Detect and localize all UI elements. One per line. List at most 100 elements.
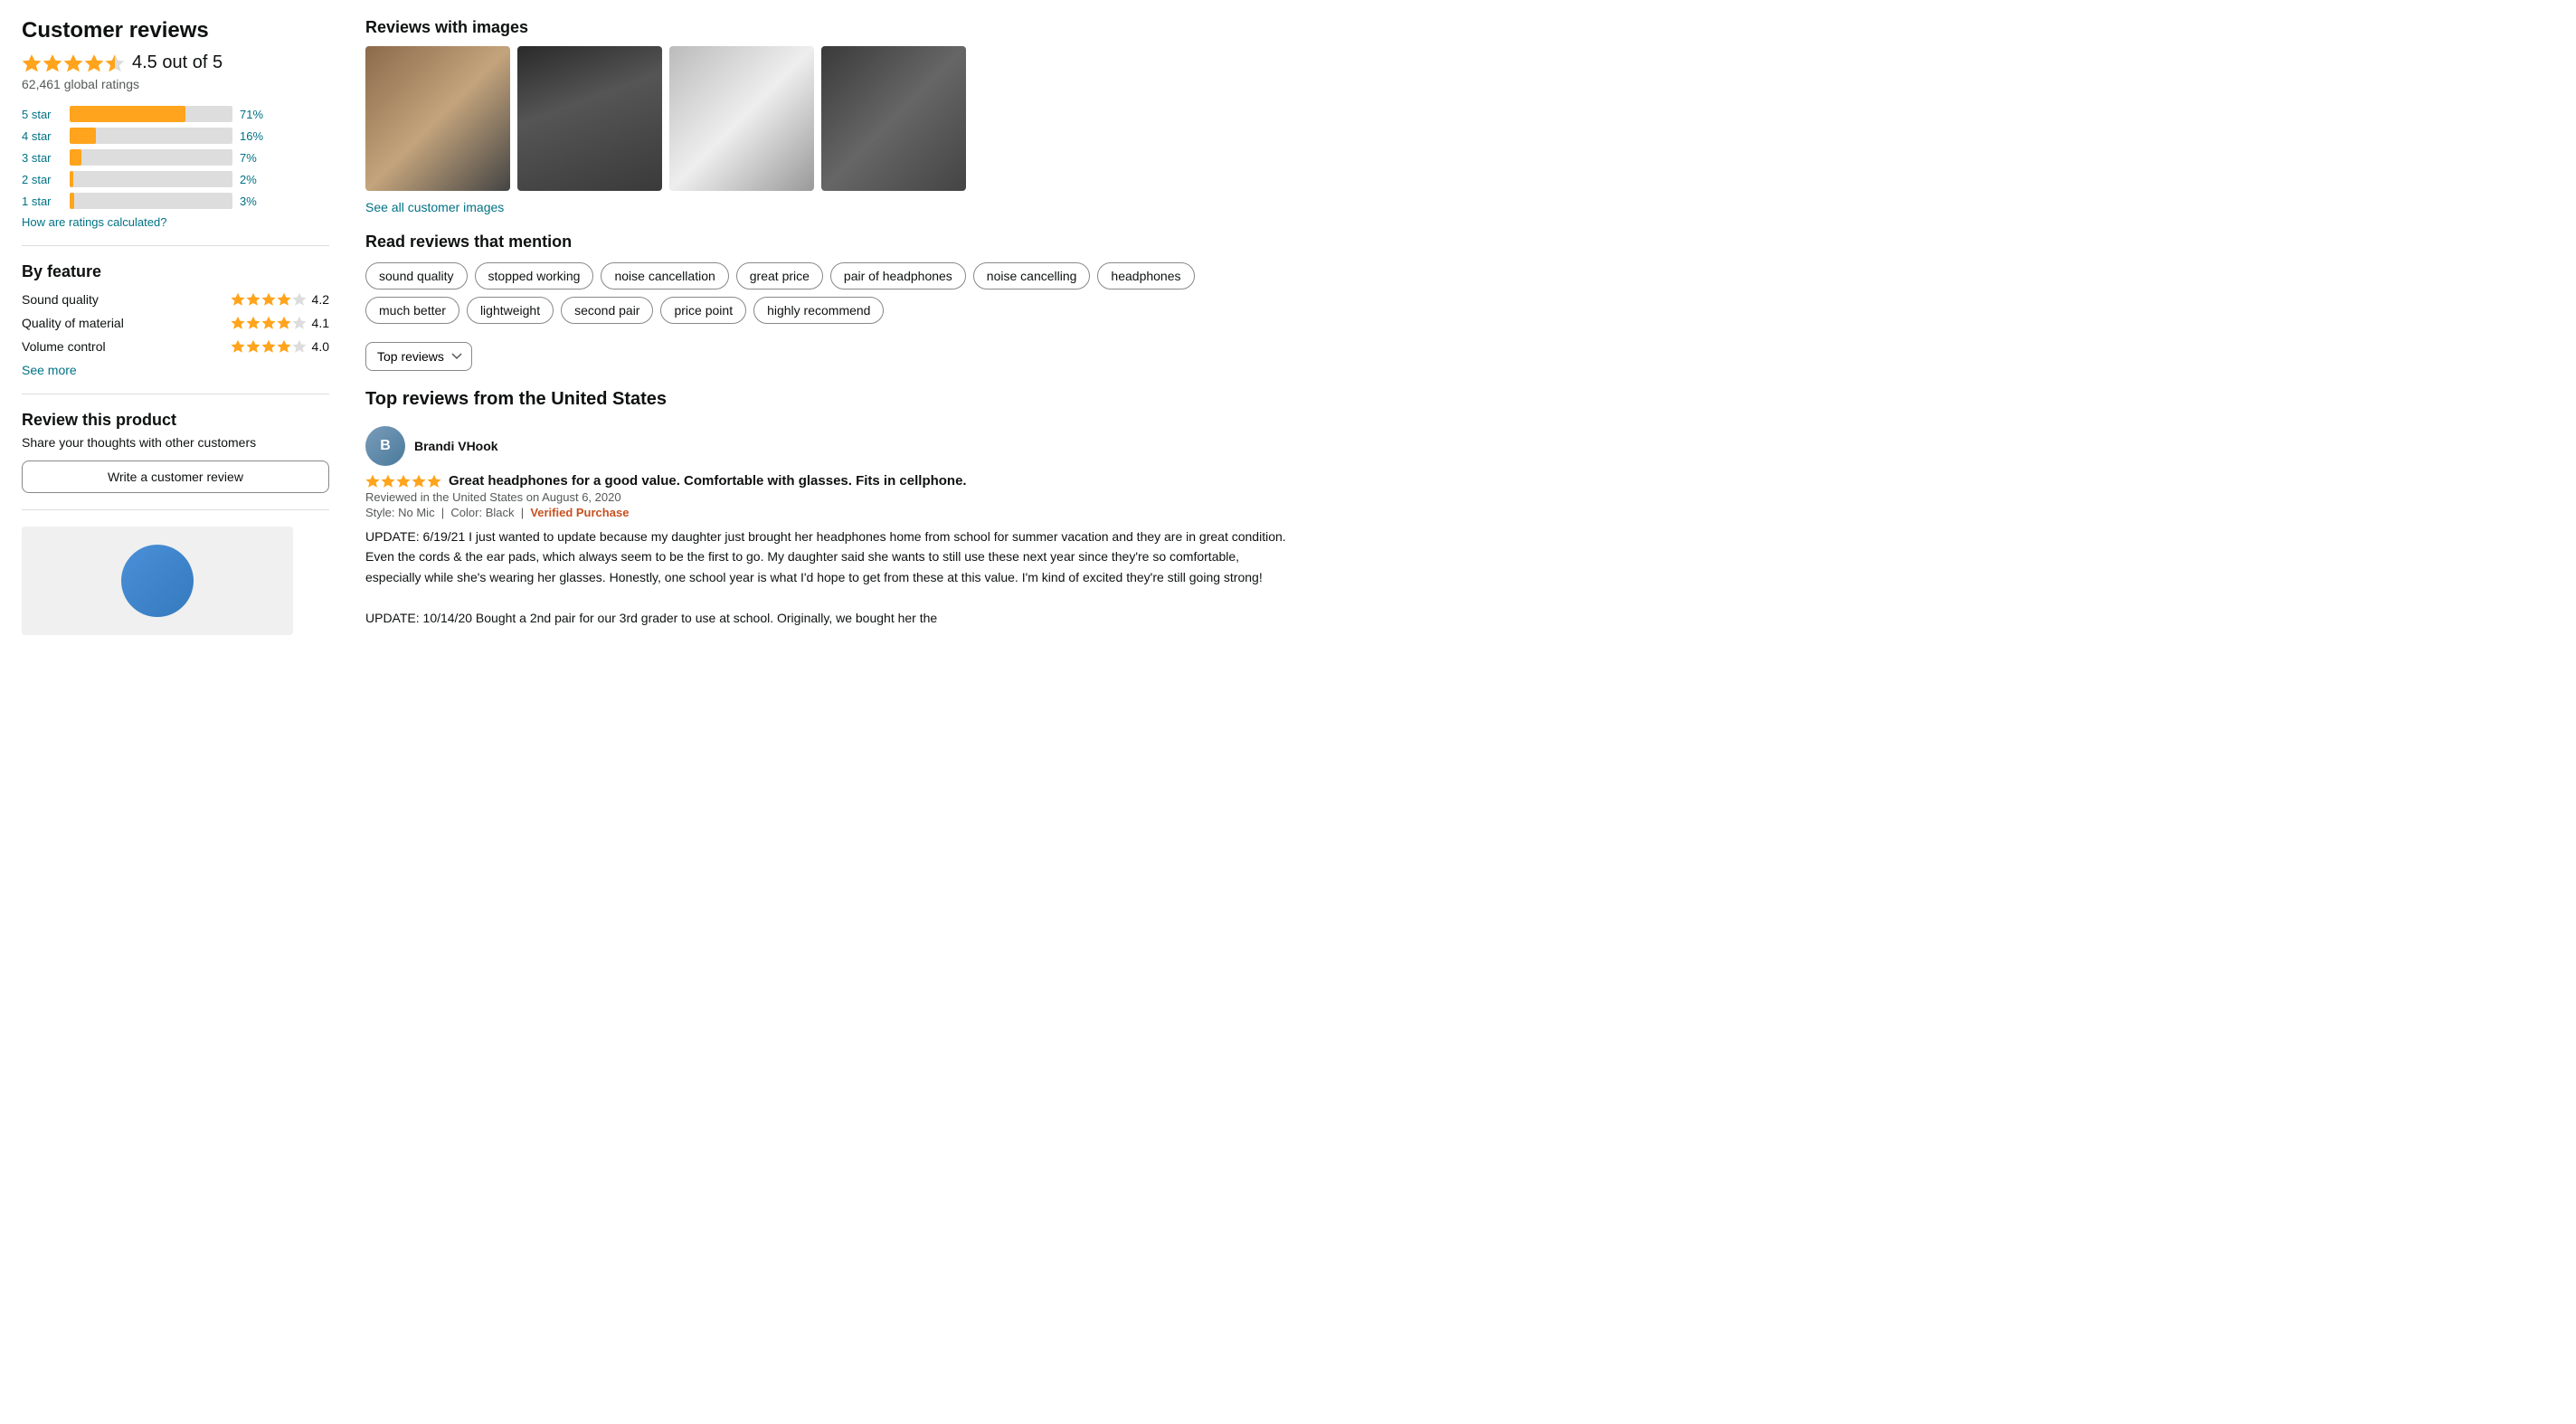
left-panel: Customer reviews [22, 18, 329, 650]
fqm-star3 [261, 316, 276, 330]
review-body-1: UPDATE: 6/19/21 I just wanted to update … [365, 527, 1288, 628]
rs1-s3 [396, 474, 411, 489]
review-image-3[interactable] [669, 46, 814, 191]
rating-bar-label-1[interactable]: 1 star [22, 195, 62, 208]
review-card-1: B Brandi VHook Great headphones for a go… [365, 426, 1288, 628]
review-image-2[interactable] [517, 46, 662, 191]
write-review-button[interactable]: Write a customer review [22, 460, 329, 493]
tag-noise-cancelling[interactable]: noise cancelling [973, 262, 1091, 290]
tag-highly-recommend[interactable]: highly recommend [753, 297, 884, 324]
fsq-star5 [292, 292, 307, 307]
fvc-star5 [292, 339, 307, 354]
fqm-star1 [231, 316, 245, 330]
divider-1 [22, 245, 329, 246]
reviewer-name-1[interactable]: Brandi VHook [414, 439, 498, 453]
rating-bar-row-2: 2 star 2% [22, 171, 329, 187]
how-calculated-link[interactable]: How are ratings calculated? [22, 215, 166, 229]
feature-stars-sound-quality [231, 292, 307, 307]
tag-pair-of-headphones[interactable]: pair of headphones [830, 262, 966, 290]
feature-name-material: Quality of material [22, 316, 148, 330]
top-reviews-title: Top reviews from the United States [365, 389, 1288, 410]
rating-bar-track-3 [70, 149, 232, 166]
rs1-s4 [412, 474, 426, 489]
rating-bar-fill-5 [70, 106, 185, 122]
fvc-star4 [277, 339, 291, 354]
mention-tags-container: sound quality stopped working noise canc… [365, 262, 1288, 324]
review-date-1: Reviewed in the United States on August … [365, 490, 1288, 504]
feature-score-sound-quality: 4.2 [312, 292, 329, 307]
review-this-product-section: Review this product Share your thoughts … [22, 411, 329, 493]
star-5-half [105, 53, 125, 73]
review-rating-row-1: Great headphones for a good value. Comfo… [365, 473, 1288, 489]
review-this-title: Review this product [22, 411, 329, 430]
reviews-with-images-title: Reviews with images [365, 18, 1288, 37]
review-this-desc: Share your thoughts with other customers [22, 435, 329, 450]
review-image-4[interactable] [821, 46, 966, 191]
tag-price-point[interactable]: price point [660, 297, 746, 324]
star-2 [43, 53, 62, 73]
rating-bar-fill-2 [70, 171, 73, 187]
feature-stars-volume [231, 339, 307, 354]
see-all-images-link[interactable]: See all customer images [365, 200, 1288, 214]
rs1-s1 [365, 474, 380, 489]
tag-second-pair[interactable]: second pair [561, 297, 653, 324]
tag-stopped-working[interactable]: stopped working [475, 262, 594, 290]
fqm-star5 [292, 316, 307, 330]
star-1 [22, 53, 42, 73]
rating-bar-label-5[interactable]: 5 star [22, 108, 62, 121]
rating-bar-row-5: 5 star 71% [22, 106, 329, 122]
tag-much-better[interactable]: much better [365, 297, 459, 324]
rating-bar-track-5 [70, 106, 232, 122]
rating-bar-row-1: 1 star 3% [22, 193, 329, 209]
feature-name-volume: Volume control [22, 339, 148, 354]
review-image-1[interactable] [365, 46, 510, 191]
rating-bar-label-3[interactable]: 3 star [22, 151, 62, 165]
fvc-star2 [246, 339, 260, 354]
feature-row-sound-quality: Sound quality 4.2 [22, 292, 329, 307]
see-more-link[interactable]: See more [22, 363, 329, 377]
rating-bar-label-4[interactable]: 4 star [22, 129, 62, 143]
reviewer-row-1: B Brandi VHook [365, 426, 1288, 466]
feature-score-volume: 4.0 [312, 339, 329, 354]
feature-stars-score-volume: 4.0 [231, 339, 329, 354]
feature-stars-material [231, 316, 307, 330]
review-style-color-1: Style: No Mic | Color: Black | Verified … [365, 506, 1288, 519]
star-3 [63, 53, 83, 73]
right-panel: Reviews with images See all customer ima… [365, 18, 1288, 650]
tag-headphones[interactable]: headphones [1097, 262, 1194, 290]
review-verified-1: Verified Purchase [530, 506, 629, 519]
rating-bar-pct-2: 2% [240, 173, 269, 186]
rating-bar-row-4: 4 star 16% [22, 128, 329, 144]
fsq-star4 [277, 292, 291, 307]
tag-noise-cancellation[interactable]: noise cancellation [601, 262, 728, 290]
rating-bar-pct-1: 3% [240, 195, 269, 208]
rs1-s2 [381, 474, 395, 489]
bottom-image-placeholder [22, 527, 293, 635]
rating-bars: 5 star 71% 4 star 16% 3 star 7% [22, 106, 329, 209]
divider-3 [22, 509, 329, 510]
tag-great-price[interactable]: great price [736, 262, 823, 290]
fsq-star2 [246, 292, 260, 307]
customer-reviews-title: Customer reviews [22, 18, 329, 43]
fqm-star4 [277, 316, 291, 330]
feature-row-material: Quality of material 4.1 [22, 316, 329, 330]
tag-lightweight[interactable]: lightweight [467, 297, 554, 324]
overall-score: 4.5 out of 5 [132, 52, 223, 73]
feature-row-volume: Volume control 4.0 [22, 339, 329, 354]
review-style-1: Style: No Mic [365, 506, 435, 519]
review-stars-1 [365, 474, 441, 489]
rating-bar-pct-4: 16% [240, 129, 269, 143]
overall-stars-row: 4.5 out of 5 [22, 52, 329, 73]
sort-dropdown[interactable]: Top reviews Most recent [365, 342, 472, 371]
review-title-1: Great headphones for a good value. Comfo… [449, 473, 967, 489]
sort-dropdown-wrapper: Top reviews Most recent [365, 342, 1288, 371]
page-layout: Customer reviews [22, 18, 1288, 650]
feature-stars-score-material: 4.1 [231, 316, 329, 330]
rating-bar-fill-3 [70, 149, 81, 166]
fqm-star2 [246, 316, 260, 330]
star-4 [84, 53, 104, 73]
feature-score-material: 4.1 [312, 316, 329, 330]
tag-sound-quality[interactable]: sound quality [365, 262, 468, 290]
rating-bar-label-2[interactable]: 2 star [22, 173, 62, 186]
rating-bar-track-4 [70, 128, 232, 144]
